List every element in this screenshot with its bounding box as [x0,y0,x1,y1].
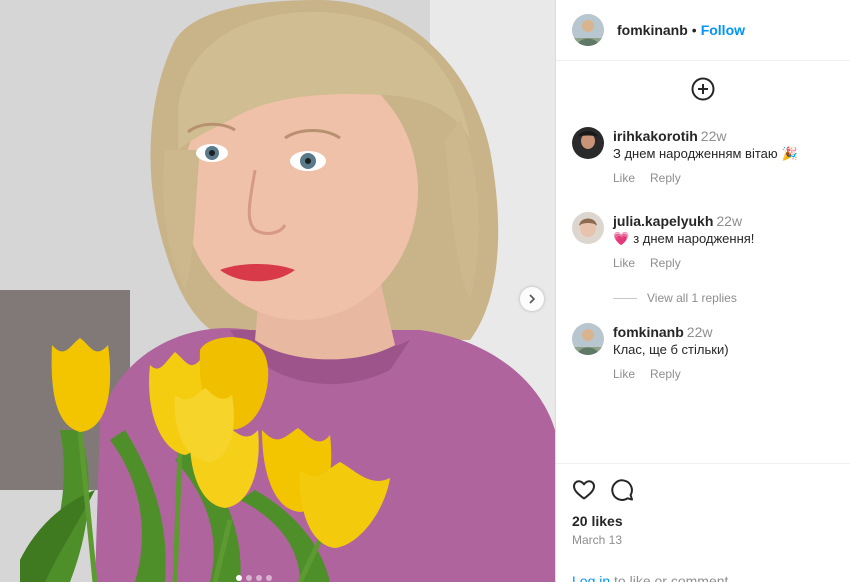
carousel-dot[interactable] [256,575,262,581]
photo-image [0,0,555,582]
carousel-dot[interactable] [246,575,252,581]
post-photo[interactable] [0,0,555,582]
post-header: fomkinanb • Follow [556,0,850,61]
action-bar [572,478,834,502]
comment-username[interactable]: fomkinanb [613,324,684,340]
comment-text: Клас, ще б стільки) [613,341,729,359]
like-comment-button[interactable]: Like [613,367,635,381]
post-sidebar: fomkinanb • Follow irihkakorotih 22w З д… [555,0,850,582]
comment-username[interactable]: irihkakorotih [613,128,698,144]
comment-item: irihkakorotih 22w З днем народженням віта… [572,127,838,185]
comment-item: julia.kapelyukh 22w 💗 з днем народження! … [572,212,838,270]
login-prompt: Log in to like or comment. [572,573,732,582]
carousel-dots [236,575,272,581]
comment-text-content: З днем народженням вітаю [613,146,778,161]
add-comment-row [556,61,850,117]
reply-button[interactable]: Reply [650,367,681,381]
comment-text: 💗 з днем народження! [613,230,754,248]
heart-emoji-icon: 💗 [613,231,630,246]
next-photo-button[interactable] [520,287,544,311]
comment-time[interactable]: 22w [716,213,742,229]
author-username[interactable]: fomkinanb [617,22,688,38]
chevron-right-icon [529,294,536,304]
likes-count[interactable]: 20 likes [572,513,834,529]
plus-circle-icon[interactable] [691,77,715,101]
like-comment-button[interactable]: Like [613,256,635,270]
party-popper-icon: 🎉 [781,146,798,161]
heart-icon[interactable] [572,478,596,502]
comment-item: fomkinanb 22w Клас, ще б стільки) Like Re… [572,323,838,381]
comment-username[interactable]: julia.kapelyukh [613,213,713,229]
comment-icon[interactable] [610,478,634,502]
comment-text-content: з днем народження! [633,231,755,246]
reply-button[interactable]: Reply [650,256,681,270]
login-prompt-text: to like or comment. [610,573,733,582]
reply-button[interactable]: Reply [650,171,681,185]
follow-button[interactable]: Follow [701,22,745,38]
login-link[interactable]: Log in [572,573,610,582]
commenter-avatar[interactable] [572,323,604,355]
commenter-avatar[interactable] [572,212,604,244]
comment-time[interactable]: 22w [701,128,727,144]
author-avatar[interactable] [572,14,604,46]
commenter-avatar[interactable] [572,127,604,159]
separator-dot: • [691,22,697,38]
like-comment-button[interactable]: Like [613,171,635,185]
comment-text: З днем народженням вітаю 🎉 [613,145,798,163]
view-replies-label: View all 1 replies [647,291,737,305]
carousel-dot[interactable] [236,575,242,581]
comment-text-content: Клас, ще б стільки) [613,342,729,357]
comment-time[interactable]: 22w [687,324,713,340]
replies-divider [613,297,637,299]
view-replies-button[interactable]: View all 1 replies [613,291,737,305]
post-date[interactable]: March 13 [572,533,834,547]
post-footer: 20 likes March 13 [556,463,850,547]
carousel-dot[interactable] [266,575,272,581]
